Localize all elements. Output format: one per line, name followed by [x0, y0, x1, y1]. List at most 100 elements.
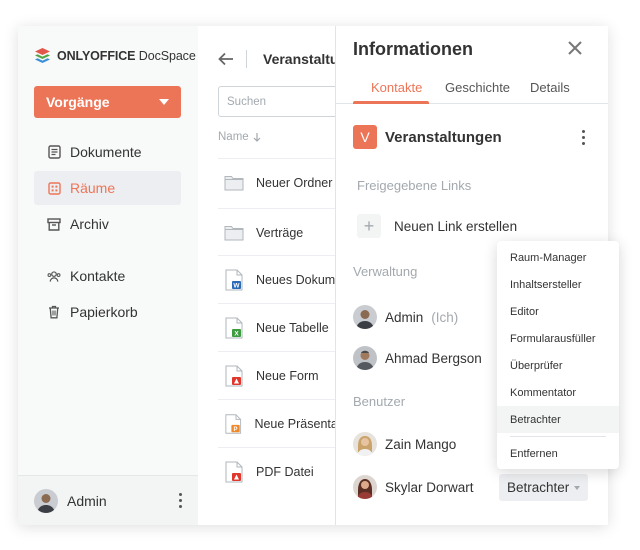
current-user-suffix: (Ich)	[431, 309, 459, 325]
create-link-label: Neuen Link erstellen	[394, 218, 518, 234]
archive-icon	[47, 217, 61, 231]
svg-text:X: X	[234, 330, 239, 337]
sidebar: ONLYOFFICE DocSpace Vorgänge Dokumente R…	[18, 26, 198, 525]
list-item[interactable]: X Neue Tabelle	[218, 303, 336, 351]
avatar	[353, 346, 377, 370]
member-row[interactable]: Zain Mango	[353, 432, 456, 456]
plus-icon: +	[357, 214, 381, 238]
menu-item-viewer[interactable]: Betrachter	[497, 406, 619, 433]
search-input[interactable]: Suchen	[218, 86, 336, 117]
pdf-form-file-icon	[225, 365, 243, 386]
profile-footer[interactable]: Admin	[18, 475, 198, 525]
member-row[interactable]: Admin (Ich)	[353, 305, 458, 329]
sidebar-item-label: Archiv	[70, 216, 109, 232]
divider	[246, 50, 247, 68]
list-item[interactable]: P Neue Präsentation	[218, 399, 336, 447]
member-name: Admin	[385, 309, 424, 325]
member-name: Ahmad Bergson	[385, 350, 482, 366]
actions-button[interactable]: Vorgänge	[34, 86, 181, 118]
file-name: Neue Präsentation	[254, 416, 336, 431]
file-name: Neuer Ordner	[256, 175, 333, 190]
file-name: Verträge	[256, 225, 304, 240]
menu-item-remove[interactable]: Entfernen	[497, 440, 619, 467]
member-row[interactable]: Ahmad Bergson	[353, 346, 482, 370]
file-name: Neue Form	[256, 368, 319, 383]
sidebar-item-label: Kontakte	[70, 268, 126, 284]
docx-file-icon: W	[225, 269, 243, 290]
svg-text:W: W	[233, 282, 240, 289]
tab-details[interactable]: Details	[530, 80, 570, 95]
svg-text:P: P	[234, 426, 238, 432]
pptx-file-icon: P	[225, 413, 242, 434]
chevron-down-icon	[159, 99, 169, 105]
menu-divider	[510, 436, 606, 437]
rooms-icon	[47, 181, 61, 195]
list-item[interactable]: W Neues Dokument	[218, 255, 336, 303]
list-item[interactable]: Verträge	[218, 208, 336, 256]
role-select[interactable]: Betrachter	[499, 474, 589, 501]
close-icon[interactable]	[568, 41, 582, 60]
menu-item-reviewer[interactable]: Überprüfer	[497, 352, 619, 379]
list-item[interactable]: PDF Datei	[218, 447, 336, 495]
active-tab-indicator	[353, 101, 429, 104]
sidebar-item-label: Papierkorb	[70, 304, 138, 320]
file-name: PDF Datei	[256, 464, 314, 479]
folder-icon	[224, 176, 244, 191]
pdf-file-icon	[225, 461, 243, 482]
sidebar-item-rooms[interactable]: Räume	[34, 171, 181, 205]
avatar	[34, 488, 58, 513]
trash-icon	[47, 305, 61, 319]
logo: ONLYOFFICE DocSpace	[34, 47, 196, 64]
folder-title: Veranstaltungen	[263, 51, 336, 67]
list-item[interactable]: Neue Form	[218, 351, 336, 399]
actions-button-label: Vorgänge	[46, 94, 110, 110]
menu-item-editor[interactable]: Editor	[497, 298, 619, 325]
tab-history[interactable]: Geschichte	[445, 80, 510, 95]
sidebar-item-documents[interactable]: Dokumente	[34, 135, 181, 169]
file-name: Neues Dokument	[256, 272, 336, 287]
profile-name: Admin	[67, 492, 107, 509]
create-link-button[interactable]: + Neuen Link erstellen	[357, 214, 517, 238]
avatar	[353, 475, 377, 499]
room-name: Veranstaltungen	[385, 128, 502, 146]
more-options-icon[interactable]	[179, 493, 182, 508]
sort-arrow-icon	[253, 132, 261, 142]
room-logo: V	[353, 125, 377, 149]
role-dropdown-menu: Raum-Manager Inhaltsersteller Editor For…	[497, 241, 619, 469]
menu-item-commenter[interactable]: Kommentator	[497, 379, 619, 406]
role-select-value: Betrachter	[507, 480, 570, 495]
panel-title: Informationen	[353, 39, 473, 59]
room-options-icon[interactable]	[582, 130, 585, 145]
sidebar-item-trash[interactable]: Papierkorb	[34, 295, 181, 329]
menu-item-form-filler[interactable]: Formularausfüller	[497, 325, 619, 352]
sidebar-item-contacts[interactable]: Kontakte	[34, 259, 181, 293]
panel-tabs: Kontakte Geschichte Details	[336, 78, 608, 104]
menu-item-room-manager[interactable]: Raum-Manager	[497, 244, 619, 271]
room-header: V Veranstaltungen	[353, 125, 502, 149]
users-section-label: Benutzer	[353, 394, 406, 409]
column-header-name[interactable]: Name	[218, 131, 261, 143]
shared-links-label: Freigegebene Links	[357, 178, 472, 193]
member-name: Zain Mango	[385, 436, 457, 452]
logo-text: ONLYOFFICE DocSpace	[57, 48, 196, 63]
chevron-down-icon	[574, 485, 581, 490]
file-list: Veranstaltungen Suchen Name Neuer Ordner…	[198, 26, 336, 525]
sidebar-item-archive[interactable]: Archiv	[34, 207, 181, 241]
avatar	[353, 305, 377, 329]
onlyoffice-logo-icon	[35, 48, 50, 63]
document-icon	[47, 145, 61, 159]
contacts-icon	[47, 269, 61, 283]
menu-item-content-creator[interactable]: Inhaltsersteller	[497, 271, 619, 298]
member-name: Skylar Dorwart	[385, 479, 474, 495]
xlsx-file-icon: X	[225, 317, 243, 338]
folder-icon	[224, 226, 244, 241]
list-item[interactable]: Neuer Ordner	[218, 158, 336, 206]
sidebar-item-label: Dokumente	[70, 144, 142, 160]
admin-section-label: Verwaltung	[353, 264, 418, 279]
sidebar-item-label: Räume	[70, 180, 116, 196]
avatar	[353, 432, 377, 456]
file-name: Neue Tabelle	[256, 320, 329, 335]
back-arrow-icon[interactable]	[218, 52, 234, 71]
member-row[interactable]: Skylar Dorwart	[353, 475, 474, 499]
tab-contacts[interactable]: Kontakte	[371, 80, 422, 95]
